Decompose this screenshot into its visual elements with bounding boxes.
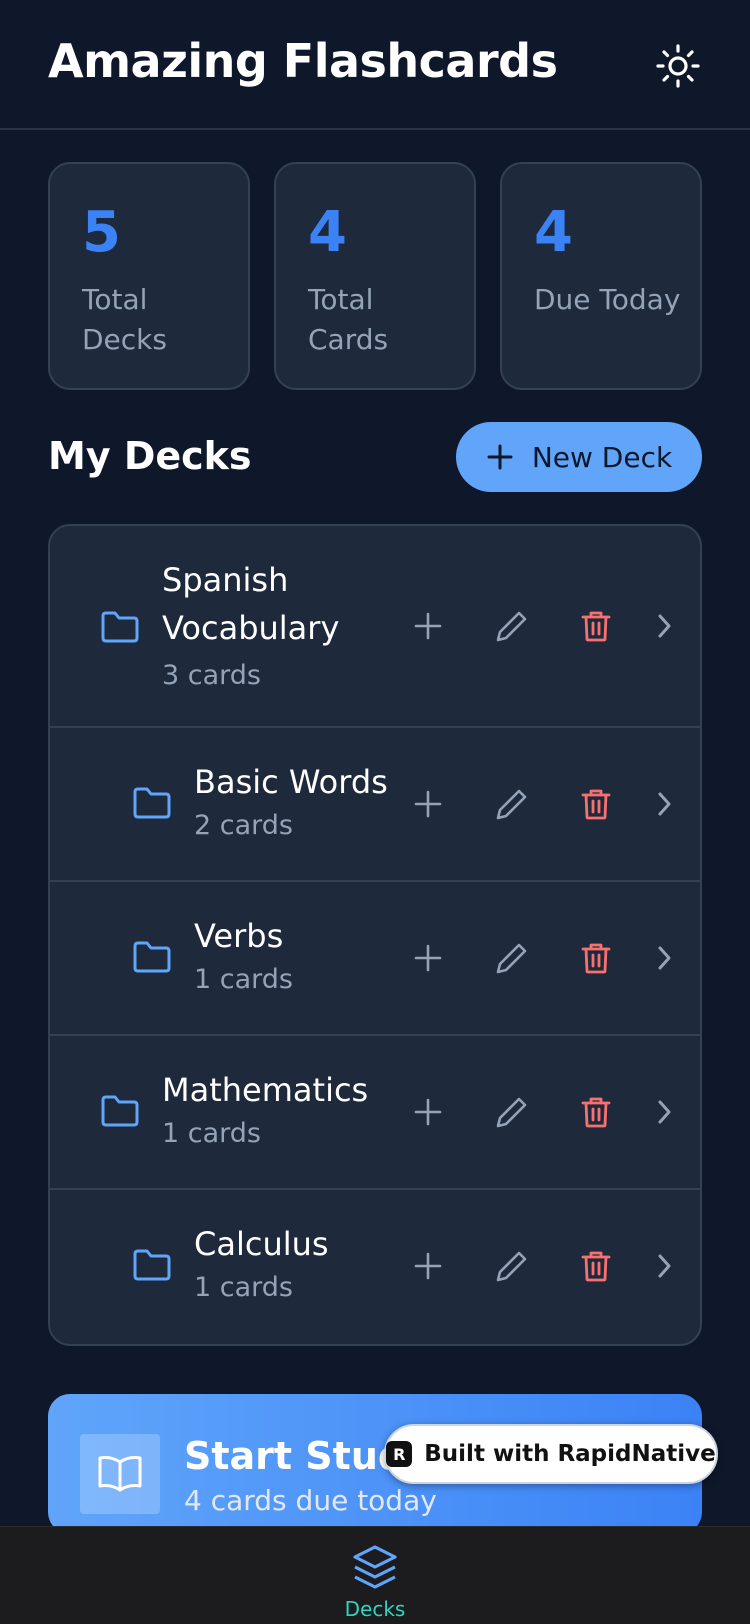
- chevron-right-icon: [658, 614, 671, 638]
- edit-deck-button[interactable]: [492, 938, 532, 978]
- add-card-button[interactable]: [408, 1092, 448, 1132]
- tab-label: Decks: [344, 1597, 406, 1621]
- new-deck-button[interactable]: New Deck: [456, 422, 702, 492]
- rapidnative-logo: R: [386, 1441, 413, 1467]
- delete-deck-button[interactable]: [576, 784, 616, 824]
- add-card-button[interactable]: [408, 606, 448, 646]
- layers-icon: [353, 1545, 397, 1589]
- plus-icon: [414, 944, 442, 972]
- my-decks-title: My Decks: [48, 434, 252, 478]
- app-header: Amazing Flashcards: [0, 0, 750, 130]
- deck-card-count: 1 cards: [194, 964, 293, 995]
- edit-deck-button[interactable]: [492, 606, 532, 646]
- trash-icon: [581, 943, 611, 974]
- stat-value: 4: [534, 200, 573, 265]
- chevron-right-icon: [658, 1254, 671, 1278]
- deck-name: Verbs: [194, 917, 284, 955]
- chevron-right-icon: [658, 1100, 671, 1124]
- study-icon-box: [80, 1434, 160, 1514]
- pencil-icon: [496, 789, 527, 820]
- add-card-button[interactable]: [408, 938, 448, 978]
- deck-name: Mathematics: [162, 1071, 369, 1109]
- trash-icon: [581, 1251, 611, 1282]
- bottom-tab-bar: Decks: [0, 1526, 750, 1624]
- trash-icon: [581, 611, 611, 642]
- study-subtitle: 4 cards due today: [184, 1484, 437, 1517]
- pencil-icon: [496, 611, 527, 642]
- tab-decks[interactable]: Decks: [325, 1527, 425, 1624]
- open-deck-chevron[interactable]: [644, 1092, 684, 1132]
- add-card-button[interactable]: [408, 1246, 448, 1286]
- deck-list: Spanish Vocabulary 3 cards Basic Words 2…: [48, 524, 702, 1346]
- folder-icon: [101, 1095, 139, 1127]
- stat-card-due-today: 4 Due Today: [500, 162, 702, 390]
- pencil-icon: [496, 1251, 527, 1282]
- plus-icon: [414, 1252, 442, 1280]
- open-deck-chevron[interactable]: [644, 784, 684, 824]
- folder-icon: [101, 611, 139, 643]
- deck-name: Calculus: [194, 1225, 329, 1263]
- trash-icon: [581, 789, 611, 820]
- deck-name: Basic Words: [194, 763, 388, 801]
- deck-card-count: 1 cards: [162, 1118, 261, 1149]
- open-deck-chevron[interactable]: [644, 1246, 684, 1286]
- add-card-button[interactable]: [408, 784, 448, 824]
- deck-card-count: 2 cards: [194, 810, 293, 841]
- deck-row-spanish-vocabulary[interactable]: Spanish Vocabulary 3 cards: [50, 526, 700, 728]
- folder-icon: [133, 941, 171, 973]
- deck-row-mathematics[interactable]: Mathematics 1 cards: [50, 1036, 700, 1190]
- edit-deck-button[interactable]: [492, 1092, 532, 1132]
- delete-deck-button[interactable]: [576, 1246, 616, 1286]
- stat-label: Due Today: [534, 283, 681, 316]
- folder-icon: [133, 787, 171, 819]
- stat-label: Total Cards: [308, 283, 389, 356]
- new-deck-label: New Deck: [531, 440, 673, 474]
- deck-name: Spanish Vocabulary: [162, 561, 340, 647]
- chevron-right-icon: [658, 946, 671, 970]
- open-deck-chevron[interactable]: [644, 606, 684, 646]
- stats-row: 5 Total Decks 4 Total Cards 4 Due Today: [48, 162, 702, 390]
- stat-card-total-cards: 4 Total Cards: [274, 162, 476, 390]
- theme-toggle-button[interactable]: [652, 40, 704, 92]
- deck-row-calculus[interactable]: Calculus 1 cards: [50, 1190, 700, 1344]
- stat-label: Total Decks: [82, 283, 167, 356]
- deck-row-verbs[interactable]: Verbs 1 cards: [50, 882, 700, 1036]
- delete-deck-button[interactable]: [576, 606, 616, 646]
- deck-row-basic-words[interactable]: Basic Words 2 cards: [50, 728, 700, 882]
- folder-icon: [133, 1249, 171, 1281]
- book-open-icon: [98, 1456, 142, 1492]
- app-title: Amazing Flashcards: [48, 34, 558, 88]
- pencil-icon: [496, 1097, 527, 1128]
- trash-icon: [581, 1097, 611, 1128]
- plus-icon: [414, 1098, 442, 1126]
- plus-icon: [414, 790, 442, 818]
- stat-card-total-decks: 5 Total Decks: [48, 162, 250, 390]
- plus-icon: [487, 444, 513, 470]
- deck-card-count: 3 cards: [162, 660, 261, 691]
- deck-card-count: 1 cards: [194, 1272, 293, 1303]
- built-with-badge[interactable]: R Built with RapidNative: [384, 1424, 718, 1484]
- sun-icon: [656, 44, 700, 88]
- open-deck-chevron[interactable]: [644, 938, 684, 978]
- delete-deck-button[interactable]: [576, 1092, 616, 1132]
- plus-icon: [414, 612, 442, 640]
- edit-deck-button[interactable]: [492, 784, 532, 824]
- stat-value: 4: [308, 200, 347, 265]
- pencil-icon: [496, 943, 527, 974]
- edit-deck-button[interactable]: [492, 1246, 532, 1286]
- chevron-right-icon: [658, 792, 671, 816]
- badge-label: Built with RapidNative: [424, 1441, 716, 1467]
- delete-deck-button[interactable]: [576, 938, 616, 978]
- stat-value: 5: [82, 200, 121, 265]
